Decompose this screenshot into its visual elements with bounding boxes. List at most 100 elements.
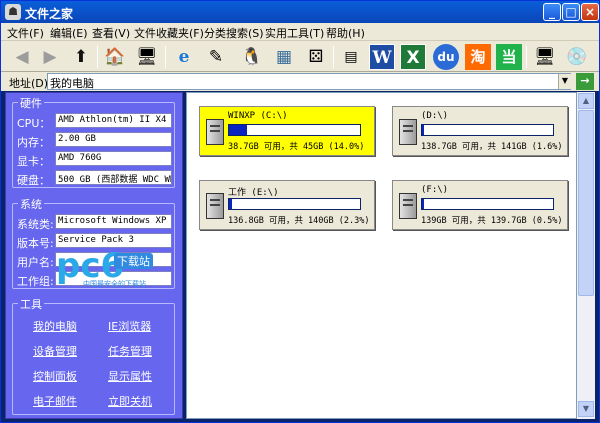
- link-control-panel[interactable]: 控制面板: [33, 368, 77, 384]
- menu-utilities[interactable]: 实用工具(T): [265, 25, 324, 41]
- toolbar-separator: [526, 46, 527, 68]
- cpu-row: CPU： AMD Athlon(tm) II X4 640: [17, 113, 175, 130]
- window-title: 文件之家: [25, 7, 74, 21]
- cd-tool-icon[interactable]: 💿: [564, 44, 590, 70]
- graphics-row: 显卡： AMD 760G: [17, 151, 175, 168]
- drive-name: (D:\): [421, 111, 449, 121]
- menu-edit[interactable]: 编辑(E): [50, 25, 88, 41]
- word-tool-icon[interactable]: W: [369, 44, 395, 70]
- baidu-tool-icon[interactable]: du: [433, 44, 459, 70]
- graphics-field[interactable]: AMD 760G: [55, 151, 172, 166]
- workgroup-label: 工作组:: [17, 275, 54, 288]
- hard-drive-icon: [399, 119, 417, 145]
- usage-fill: [229, 199, 232, 209]
- memory-field[interactable]: 2.00 GB: [55, 132, 172, 147]
- usage-bar: [228, 124, 361, 136]
- taobao-tool-icon[interactable]: 淘: [465, 44, 491, 70]
- address-dropdown-icon[interactable]: ▼: [558, 74, 571, 89]
- drive-name: 工作 (E:\): [228, 188, 279, 198]
- memory-row: 内存： 2.00 GB: [17, 132, 175, 149]
- scroll-down-icon[interactable]: ▼: [578, 401, 594, 417]
- monitor-tool-icon[interactable]: 🖥: [134, 44, 160, 70]
- calculator-tool-icon[interactable]: ▦: [271, 44, 297, 70]
- drive-name: WINXP (C:\): [228, 111, 288, 121]
- drive-space-info: 38.7GB 可用，共 45GB (14.0%): [228, 142, 365, 152]
- notepad-tool-icon[interactable]: ✎: [203, 44, 229, 70]
- link-ie-browser[interactable]: IE浏览器: [108, 318, 151, 334]
- maximize-button[interactable]: □: [562, 3, 580, 21]
- username-label: 用户名:: [17, 256, 54, 269]
- tools-group-title: 工具: [18, 296, 44, 312]
- forward-icon[interactable]: ▶: [37, 44, 63, 70]
- harddisk-label: 硬盘：: [17, 174, 50, 187]
- menu-category-search[interactable]: 分类搜索(S): [204, 25, 264, 41]
- excel-tool-icon[interactable]: X: [400, 44, 426, 70]
- vertical-scrollbar[interactable]: ▲ ▼: [577, 92, 595, 419]
- drive-card-c[interactable]: WINXP (C:\) 38.7GB 可用，共 45GB (14.0%): [199, 106, 375, 156]
- harddisk-field[interactable]: 500 GB (西部数据 WDC WD5: [55, 170, 172, 185]
- title-bar: ☗ 文件之家 _ □ ×: [1, 1, 599, 23]
- usage-fill: [229, 125, 247, 135]
- hardware-group: 硬件 CPU： AMD Athlon(tm) II X4 640 内存： 2.0…: [12, 95, 175, 188]
- usage-fill: [422, 199, 424, 209]
- hard-drive-icon: [399, 193, 417, 219]
- cpu-field[interactable]: AMD Athlon(tm) II X4 640: [55, 113, 172, 128]
- watermark-tag: 下载站: [114, 253, 153, 269]
- drive-space-info: 138.7GB 可用，共 141GB (1.6%): [421, 142, 563, 152]
- link-my-computer[interactable]: 我的电脑: [33, 318, 77, 334]
- dice-tool-icon[interactable]: ⚄: [303, 44, 329, 70]
- address-input[interactable]: 我的电脑: [47, 73, 571, 90]
- menu-favorites[interactable]: 文件收藏夹(F): [134, 25, 204, 41]
- link-shutdown[interactable]: 立即关机: [108, 393, 152, 409]
- qq-tool-icon[interactable]: 🐧: [239, 44, 265, 70]
- toolbar-separator: [97, 46, 98, 68]
- toolbar: ◀ ▶ ⬆ 🏠 🖥 e ✎ 🐧 ▦ ⚄ ▤ W X du 淘 当 🖥 💿: [1, 41, 599, 72]
- hard-drive-icon: [206, 119, 224, 145]
- dangdang-tool-icon[interactable]: 当: [496, 44, 522, 70]
- memory-label: 内存：: [17, 136, 50, 149]
- version-label: 版本号:: [17, 237, 54, 250]
- menu-file[interactable]: 文件(F): [7, 25, 44, 41]
- menu-bar: 文件(F) 编辑(E) 查看(V) 文件收藏夹(F) 分类搜索(S) 实用工具(…: [1, 23, 599, 41]
- usage-bar: [421, 198, 554, 210]
- drive-list: WINXP (C:\) 38.7GB 可用，共 45GB (14.0%) (D:…: [186, 92, 577, 419]
- drive-card-f[interactable]: (F:\) 139GB 可用，共 139.7GB (0.5%): [392, 180, 568, 230]
- drive-space-info: 139GB 可用，共 139.7GB (0.5%): [421, 216, 563, 226]
- main-window: ☗ 文件之家 _ □ × 文件(F) 编辑(E) 查看(V) 文件收藏夹(F) …: [0, 0, 600, 423]
- cpu-label: CPU：: [17, 117, 51, 130]
- scroll-up-icon[interactable]: ▲: [578, 93, 594, 109]
- drive-card-e[interactable]: 工作 (E:\) 136.8GB 可用，共 140GB (2.3%): [199, 180, 375, 230]
- graphics-label: 显卡：: [17, 155, 50, 168]
- drive-name: (F:\): [421, 185, 449, 195]
- drive-space-info: 136.8GB 可用，共 140GB (2.3%): [228, 216, 370, 226]
- ie-browser-tool-icon[interactable]: e: [171, 44, 197, 70]
- display-settings-tool-icon[interactable]: 🖥: [532, 44, 558, 70]
- watermark-subtitle: 中国最安全的下载站: [83, 280, 146, 288]
- os-label: 系统类:: [17, 218, 54, 231]
- app-icon: ☗: [5, 4, 21, 20]
- os-field[interactable]: Microsoft Windows XP Pro: [55, 214, 172, 229]
- my-computer-tool-icon[interactable]: 🏠: [102, 44, 128, 70]
- minimize-button[interactable]: _: [543, 3, 561, 21]
- book-tool-icon[interactable]: ▤: [338, 44, 364, 70]
- link-task-manager[interactable]: 任务管理: [108, 343, 152, 359]
- scroll-thumb[interactable]: [578, 110, 594, 296]
- address-label: 地址(D): [9, 77, 49, 90]
- toolbar-separator: [333, 46, 334, 68]
- toolbar-separator: [165, 46, 166, 68]
- usage-fill: [422, 125, 424, 135]
- menu-view[interactable]: 查看(V): [92, 25, 130, 41]
- link-device-manager[interactable]: 设备管理: [33, 343, 77, 359]
- tools-group: 工具 我的电脑 IE浏览器 设备管理 任务管理 控制面板 显示属性 电子邮件 立…: [12, 296, 175, 415]
- hard-drive-icon: [206, 193, 224, 219]
- close-button[interactable]: ×: [581, 3, 599, 21]
- go-button[interactable]: →: [576, 73, 594, 90]
- link-email[interactable]: 电子邮件: [33, 393, 77, 409]
- os-row: 系统类: Microsoft Windows XP Pro: [17, 214, 175, 231]
- up-icon[interactable]: ⬆: [68, 44, 94, 70]
- menu-help[interactable]: 帮助(H): [326, 25, 365, 41]
- drive-card-d[interactable]: (D:\) 138.7GB 可用，共 141GB (1.6%): [392, 106, 568, 156]
- back-icon[interactable]: ◀: [9, 44, 35, 70]
- harddisk-row: 硬盘： 500 GB (西部数据 WDC WD5: [17, 170, 175, 187]
- link-display-properties[interactable]: 显示属性: [108, 368, 152, 384]
